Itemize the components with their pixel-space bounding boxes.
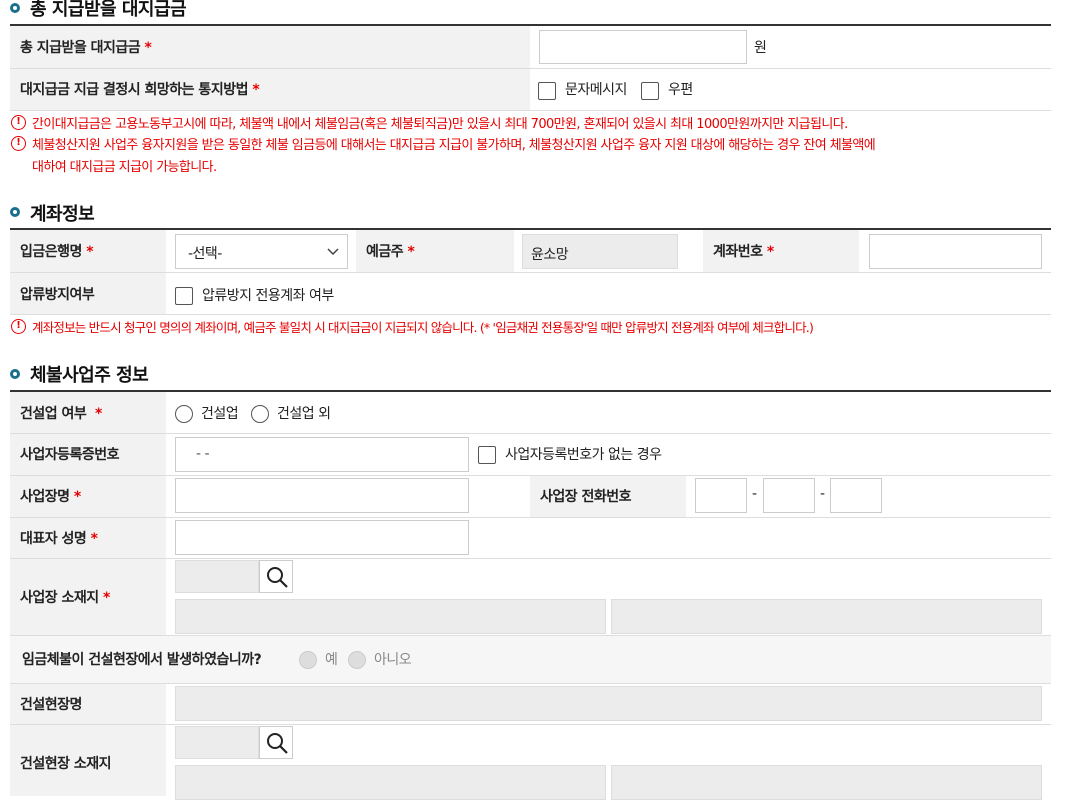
- row-divider: [10, 724, 1051, 725]
- notify-sms-label: 문자메시지: [565, 82, 627, 98]
- bank-select-value: -선택-: [188, 246, 222, 262]
- account-number-label: 계좌번호 *: [713, 244, 774, 260]
- notify-mail-label: 우편: [668, 82, 693, 98]
- row-divider: [10, 517, 1051, 518]
- address-label: 사업장 소재지 *: [20, 590, 110, 606]
- address-detail-input[interactable]: [611, 599, 1042, 634]
- site-address-label: 건설현장 소재지: [20, 756, 112, 772]
- site-address-detail-input[interactable]: [611, 765, 1042, 800]
- warning-text: 체불청산지원 사업주 융자지원을 받은 동일한 체불 임금등에 대해서는 대지급…: [32, 138, 876, 153]
- warning-text: 간이대지급금은 고용노동부고시에 따라, 체불액 내에서 체불임금(혹은 체불퇴…: [32, 117, 848, 132]
- section-bullet-icon: [10, 3, 20, 13]
- bizno-label: 사업자등록증번호: [20, 447, 120, 463]
- warning-text: 계좌정보는 반드시 청구인 명의의 계좌이며, 예금주 불일치 시 대지급금이 …: [32, 320, 814, 335]
- bizno-input[interactable]: - -: [175, 437, 469, 472]
- alert-icon: !: [11, 115, 26, 130]
- construction-no-label: 건설업 외: [277, 406, 331, 422]
- chevron-down-icon: [327, 248, 339, 256]
- section-divider: [10, 390, 1051, 392]
- total-amount-input[interactable]: [539, 30, 747, 64]
- construction-yes-radio[interactable]: [175, 405, 193, 423]
- site-no-label: 아니오: [374, 652, 412, 668]
- holder-value: 윤소망: [531, 247, 569, 263]
- site-name-input[interactable]: [175, 686, 1042, 721]
- phone-separator: -: [820, 486, 825, 502]
- section-bullet-icon: [10, 207, 20, 217]
- search-icon: [267, 567, 288, 588]
- phone-part1-input[interactable]: [695, 478, 747, 513]
- row-divider: [10, 683, 1051, 684]
- alert-icon: !: [11, 136, 26, 151]
- notify-method-label: 대지급금 지급 결정시 희망하는 통지방법 *: [20, 82, 260, 98]
- section-title-total: 총 지급받을 대지급금: [30, 0, 187, 20]
- search-icon: [267, 733, 288, 754]
- row-divider: [10, 558, 1051, 559]
- zipcode-input[interactable]: [175, 560, 259, 593]
- row-divider: [10, 272, 1051, 273]
- row-divider: [10, 110, 1051, 111]
- notify-sms-checkbox[interactable]: [538, 82, 556, 100]
- account-number-input[interactable]: [869, 234, 1042, 269]
- bizno-none-label: 사업자등록번호가 없는 경우: [505, 447, 662, 463]
- seizure-label: 압류방지여부: [20, 287, 95, 303]
- address-search-button[interactable]: [259, 560, 293, 593]
- bizname-input[interactable]: [175, 478, 469, 513]
- holder-input[interactable]: 윤소망: [522, 234, 678, 269]
- notify-mail-checkbox[interactable]: [641, 82, 659, 100]
- bank-select[interactable]: -선택-: [175, 234, 348, 269]
- site-no-radio[interactable]: [348, 651, 366, 669]
- site-zipcode-input[interactable]: [175, 726, 259, 759]
- site-name-label: 건설현장명: [20, 697, 82, 713]
- phone-part2-input[interactable]: [763, 478, 815, 513]
- site-question-label: 임금체불이 건설현장에서 발생하였습니까?: [22, 652, 262, 668]
- site-address-search-button[interactable]: [259, 726, 293, 759]
- phone-part3-input[interactable]: [830, 478, 882, 513]
- seizure-checkbox[interactable]: [175, 287, 193, 305]
- alert-icon: !: [11, 319, 26, 334]
- address-main-input[interactable]: [175, 599, 606, 634]
- site-yes-radio[interactable]: [299, 651, 317, 669]
- construction-no-radio[interactable]: [251, 405, 269, 423]
- section-title-account: 계좌정보: [30, 204, 95, 225]
- section-bullet-icon: [10, 369, 20, 379]
- seizure-option-label: 압류방지 전용계좌 여부: [202, 288, 334, 304]
- holder-label: 예금주 *: [366, 244, 415, 260]
- section-divider: [10, 228, 1051, 230]
- ceo-label: 대표자 성명 *: [20, 531, 98, 547]
- bizname-label: 사업장명 *: [20, 489, 81, 505]
- construction-yes-label: 건설업: [201, 406, 239, 422]
- ceo-input[interactable]: [175, 520, 469, 555]
- warning-text: 대하여 대지급금 지급이 가능합니다.: [32, 160, 217, 175]
- site-address-main-input[interactable]: [175, 765, 606, 800]
- total-amount-label: 총 지급받을 대지급금 *: [20, 40, 152, 56]
- bank-label: 입금은행명 *: [20, 244, 94, 260]
- section-title-employer: 체불사업주 정보: [30, 365, 149, 386]
- construction-label: 건설업 여부 *: [20, 406, 102, 422]
- total-amount-unit: 원: [754, 40, 767, 56]
- bizno-none-checkbox[interactable]: [478, 446, 496, 464]
- site-yes-label: 예: [325, 652, 338, 668]
- phone-separator: -: [752, 486, 757, 502]
- row-divider: [10, 314, 1051, 315]
- row-divider: [10, 433, 1051, 434]
- phone-label: 사업장 전화번호: [540, 489, 632, 505]
- bizno-value: - -: [196, 446, 210, 462]
